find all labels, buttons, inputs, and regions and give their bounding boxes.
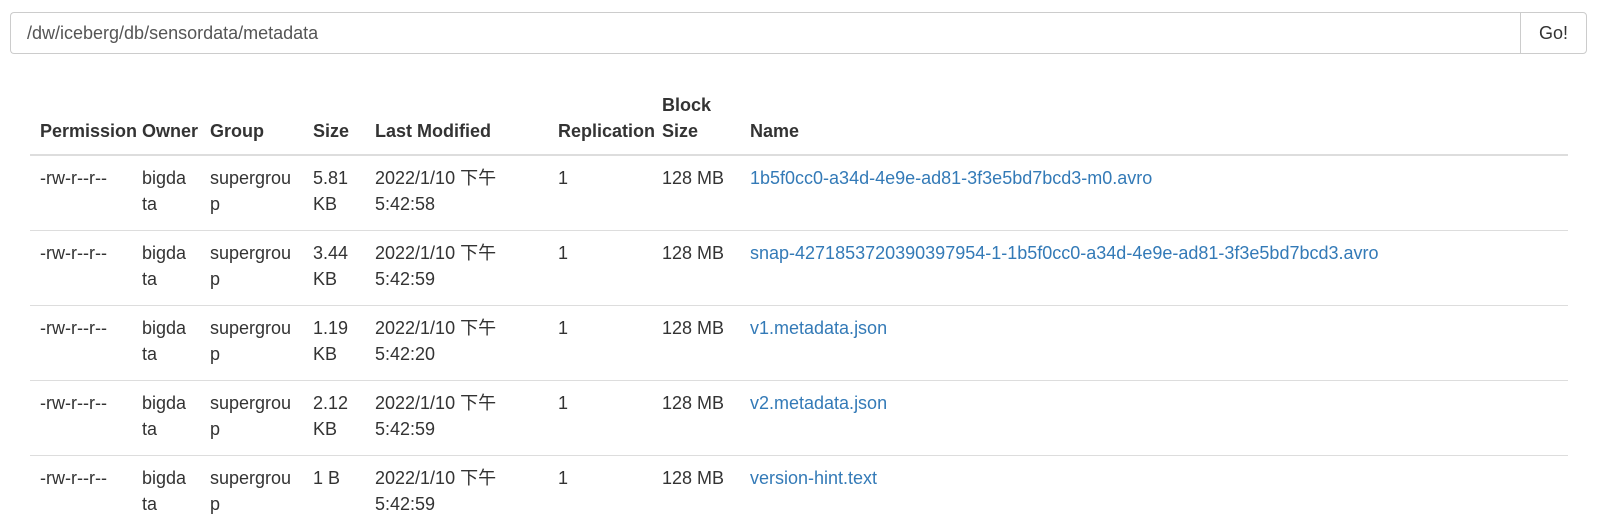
table-row: -rw-r--r-- bigdata supergroup 3.44 KB 20… <box>30 230 1568 306</box>
cell-block-size: 128 MB <box>662 168 725 188</box>
cell-group: supergroup <box>200 305 303 381</box>
cell-block-size: 128 MB <box>652 380 740 456</box>
cell-group: supergroup <box>210 168 292 214</box>
table-header-row: Permission Owner Group Size Last Modifie… <box>30 86 1568 156</box>
cell-size: 5.81 KB <box>313 168 349 214</box>
cell-owner: bigdata <box>132 305 200 381</box>
file-link[interactable]: 1b5f0cc0-a34d-4e9e-ad81-3f3e5bd7bcd3-m0.… <box>750 168 1152 188</box>
cell-name: v1.metadata.json <box>740 305 1568 381</box>
cell-size: 1.19 KB <box>303 305 365 381</box>
table-row: -rw-r--r-- bigdata supergroup 5.81 KB 20… <box>30 155 1568 231</box>
cell-last-modified: 2022/1/10 下午5:42:58 <box>375 168 497 214</box>
cell-name: v2.metadata.json <box>740 380 1568 456</box>
header-block-size[interactable]: Block Size <box>652 86 740 156</box>
header-size[interactable]: Size <box>303 86 365 156</box>
cell-group: supergroup <box>200 455 303 528</box>
cell-name: version-hint.text <box>740 455 1568 528</box>
header-group[interactable]: Group <box>200 86 303 156</box>
cell-size: 3.44 KB <box>303 230 365 306</box>
cell-block-size: 128 MB <box>652 305 740 381</box>
cell-owner: bigdata <box>132 455 200 528</box>
cell-replication: 1 <box>548 230 652 306</box>
table-row: -rw-r--r-- bigdata supergroup 1.19 KB 20… <box>30 305 1568 381</box>
cell-owner: bigdata <box>142 168 187 214</box>
cell-name: 1b5f0cc0-a34d-4e9e-ad81-3f3e5bd7bcd3-m0.… <box>740 155 1568 231</box>
cell-replication: 1 <box>548 305 652 381</box>
cell-owner: bigdata <box>132 230 200 306</box>
cell-permission: -rw-r--r-- <box>30 305 132 381</box>
cell-replication: 1 <box>548 380 652 456</box>
cell-last-modified: 2022/1/10 下午5:42:20 <box>365 305 548 381</box>
header-owner[interactable]: Owner <box>132 86 200 156</box>
cell-permission: -rw-r--r-- <box>40 168 107 188</box>
file-listing-table: Permission Owner Group Size Last Modifie… <box>30 86 1568 528</box>
file-link[interactable]: version-hint.text <box>750 468 877 488</box>
path-bar: Go! <box>10 12 1587 54</box>
path-input[interactable] <box>10 12 1520 54</box>
table-row: -rw-r--r-- bigdata supergroup 2.12 KB 20… <box>30 380 1568 456</box>
header-permission[interactable]: Permission <box>30 86 137 156</box>
cell-permission: -rw-r--r-- <box>30 380 132 456</box>
cell-last-modified: 2022/1/10 下午5:42:59 <box>365 380 548 456</box>
hdfs-browser-page: Go! Permission Owner Group Size Last Mod… <box>0 0 1609 528</box>
header-replication[interactable]: Replication <box>548 86 655 156</box>
cell-block-size: 128 MB <box>652 455 740 528</box>
cell-replication: 1 <box>548 455 652 528</box>
file-link[interactable]: snap-4271853720390397954-1-1b5f0cc0-a34d… <box>750 243 1379 263</box>
file-link[interactable]: v1.metadata.json <box>750 318 887 338</box>
table-row: -rw-r--r-- bigdata supergroup 1 B 2022/1… <box>30 455 1568 528</box>
cell-group: supergroup <box>200 380 303 456</box>
cell-group: supergroup <box>200 230 303 306</box>
header-name[interactable]: Name <box>740 86 1568 156</box>
cell-owner: bigdata <box>132 380 200 456</box>
cell-size: 1 B <box>303 455 365 528</box>
cell-last-modified: 2022/1/10 下午5:42:59 <box>365 230 548 306</box>
cell-size: 2.12 KB <box>303 380 365 456</box>
cell-replication: 1 <box>558 168 569 188</box>
header-last-modified[interactable]: Last Modified <box>365 86 548 156</box>
go-button[interactable]: Go! <box>1520 12 1587 54</box>
cell-last-modified: 2022/1/10 下午5:42:59 <box>365 455 548 528</box>
file-link[interactable]: v2.metadata.json <box>750 393 887 413</box>
cell-block-size: 128 MB <box>652 230 740 306</box>
cell-name: snap-4271853720390397954-1-1b5f0cc0-a34d… <box>740 230 1568 306</box>
cell-permission: -rw-r--r-- <box>30 455 132 528</box>
cell-permission: -rw-r--r-- <box>30 230 132 306</box>
